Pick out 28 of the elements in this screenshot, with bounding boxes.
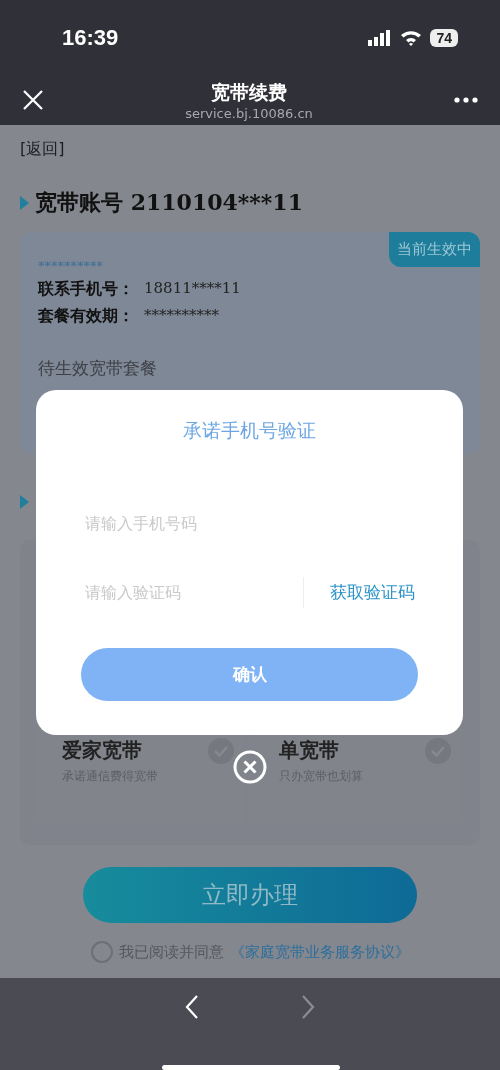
page-url: service.bj.10086.cn: [185, 105, 313, 121]
plan-name: **********: [38, 258, 104, 273]
triangle-icon: [20, 196, 29, 210]
pending-plan-label: 待生效宽带套餐: [38, 357, 158, 380]
signal-icon: [368, 29, 393, 46]
confirm-button[interactable]: 确认: [81, 648, 418, 701]
agree-radio[interactable]: [90, 941, 113, 963]
status-badge: 当前生效中: [389, 232, 480, 267]
page-title: 宽带续费: [211, 79, 287, 105]
forward-icon[interactable]: [300, 994, 316, 1020]
info-label: 套餐有效期：: [38, 306, 134, 327]
close-icon[interactable]: [22, 89, 44, 111]
battery-level: 74: [430, 28, 458, 47]
wifi-icon: [400, 29, 423, 46]
more-icon[interactable]: [454, 97, 478, 103]
info-value: **********: [144, 306, 219, 326]
clock-time: 16:39: [62, 24, 119, 51]
account-heading: 宽带账号 2110104***11: [35, 188, 303, 217]
back-link[interactable]: [返回]: [20, 139, 65, 160]
triangle-icon: [20, 495, 29, 509]
get-code-button[interactable]: 获取验证码: [303, 581, 415, 604]
option-title: 爱家宽带: [62, 737, 143, 764]
option-title: 单宽带: [279, 737, 340, 764]
info-value: 18811****11: [144, 279, 241, 299]
submit-button[interactable]: 立即办理: [83, 867, 417, 923]
back-icon[interactable]: [184, 994, 200, 1020]
dialog-title: 承诺手机号验证: [183, 418, 316, 443]
info-label: 联系手机号：: [38, 279, 134, 300]
